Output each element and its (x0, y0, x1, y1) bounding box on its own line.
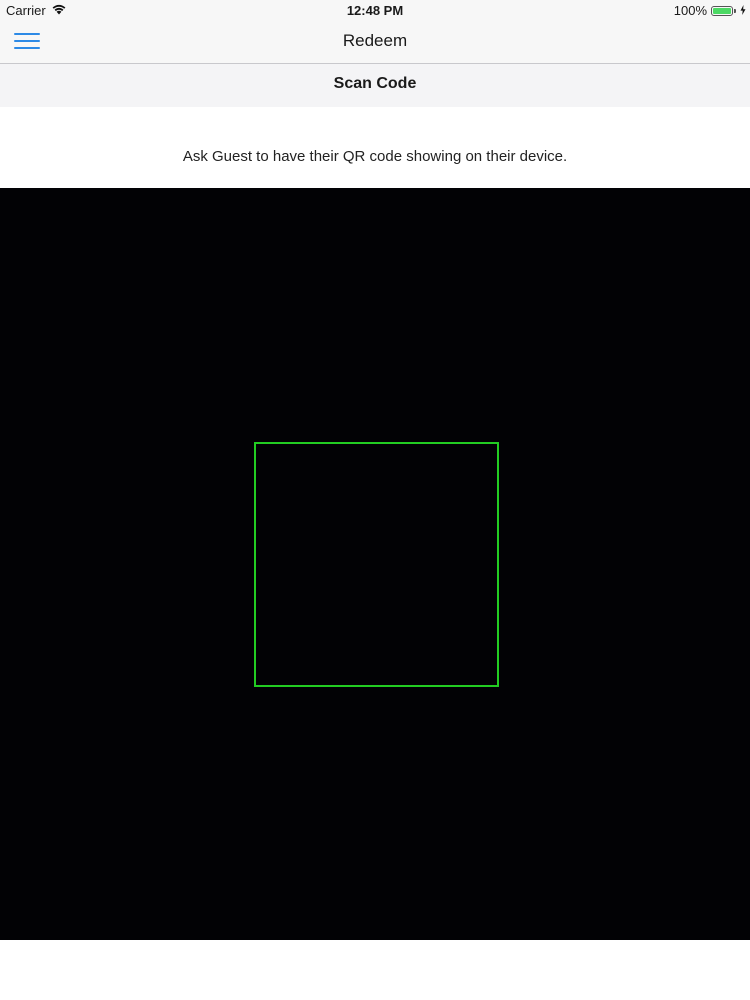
scan-target-frame (254, 442, 499, 687)
battery-fill (713, 7, 731, 14)
battery-icon (711, 5, 736, 16)
status-bar: Carrier 12:48 PM 100% (0, 0, 750, 22)
battery-percent: 100% (673, 3, 707, 18)
navigation-bar: Redeem (0, 22, 750, 64)
bottom-area (0, 940, 750, 1000)
section-header: Scan Code (0, 64, 750, 107)
instruction-text: Ask Guest to have their QR code showing … (182, 148, 568, 165)
app-screen: Carrier 12:48 PM 100% Redeem Scan Code A… (0, 0, 750, 1000)
page-title: Redeem (342, 31, 408, 50)
charging-bolt-icon (740, 3, 746, 18)
status-right: 100% (674, 3, 746, 18)
status-time: 12:48 PM (346, 3, 404, 18)
section-title: Scan Code (333, 75, 417, 92)
camera-viewfinder (0, 188, 750, 940)
